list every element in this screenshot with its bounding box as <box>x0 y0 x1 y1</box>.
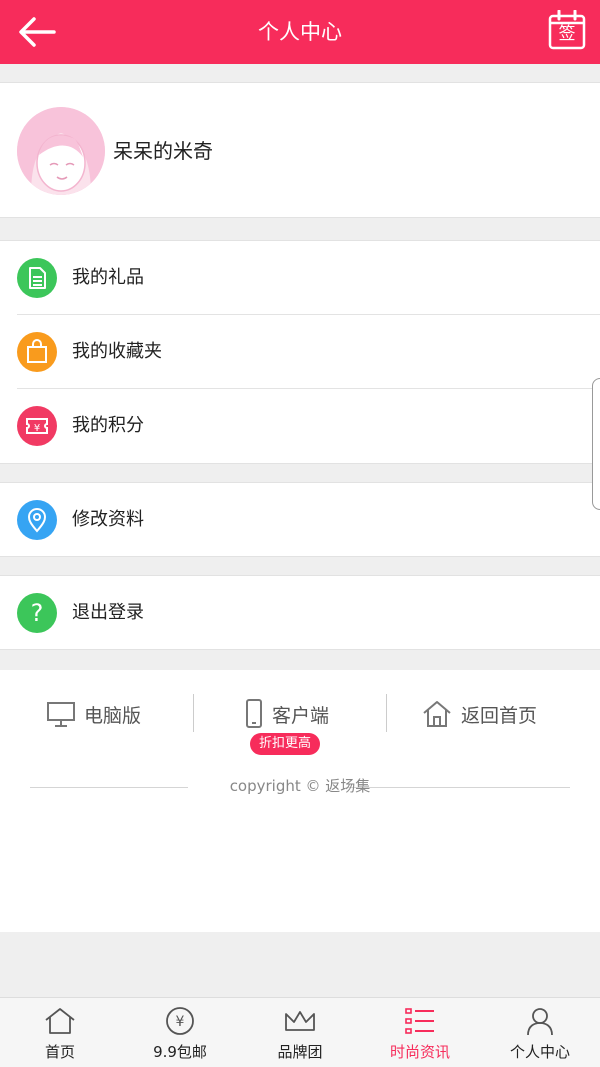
page-title: 个人中心 <box>258 20 342 44</box>
tab-label-home: 首页 <box>44 1043 75 1061</box>
svg-text:¥: ¥ <box>176 1014 185 1030</box>
username: 呆呆的米奇 <box>113 139 213 163</box>
tab-fashion-news[interactable]: 时尚资讯 <box>360 998 480 1067</box>
yen-coin-icon: ¥ <box>166 1007 194 1035</box>
scroll-handle[interactable] <box>592 378 600 510</box>
svg-text:¥: ¥ <box>34 423 40 434</box>
gift-document-icon <box>17 258 57 298</box>
profile-card[interactable]: 呆呆的米奇 <box>0 82 600 218</box>
tab-label-profile: 个人中心 <box>509 1043 570 1061</box>
phone-icon <box>246 699 262 728</box>
menu-label-points: 我的积分 <box>72 415 144 436</box>
list-icon <box>405 1008 434 1034</box>
tab-free-shipping[interactable]: ¥ 9.9包邮 <box>120 998 240 1067</box>
points-ticket-icon: ¥ <box>17 406 57 446</box>
page: 个人中心 签 呆呆的米奇 我的礼品 我的收藏夹 ¥ 我的积分 修改资料 ? 退出… <box>0 0 600 1067</box>
sign-in-button[interactable]: 签 <box>548 10 586 50</box>
menu-label-edit-profile: 修改资料 <box>72 509 144 530</box>
divider <box>386 694 387 732</box>
desktop-version-label: 电脑版 <box>84 704 142 727</box>
tab-label-brands: 品牌团 <box>277 1043 323 1061</box>
menu-label-favorites: 我的收藏夹 <box>72 341 162 362</box>
menu-item-points[interactable]: ¥ 我的积分 <box>0 389 600 463</box>
menu-group-profile: 修改资料 <box>0 482 600 557</box>
avatar-girl-icon <box>17 107 105 195</box>
menu-item-gifts[interactable]: 我的礼品 <box>0 241 600 315</box>
menu-label-gifts: 我的礼品 <box>72 267 144 288</box>
user-icon <box>527 1008 553 1036</box>
menu-group-logout: ? 退出登录 <box>0 575 600 650</box>
svg-text:?: ? <box>31 599 44 627</box>
menu-item-logout[interactable]: ? 退出登录 <box>0 576 600 650</box>
footer: 电脑版 客户端 折扣更高 返回首页 copyright © 返场集 <box>0 670 600 932</box>
menu-item-favorites[interactable]: 我的收藏夹 <box>0 315 600 389</box>
discount-badge: 折扣更高 <box>250 733 321 755</box>
tab-home[interactable]: 首页 <box>0 998 120 1067</box>
home-icon <box>45 1008 75 1034</box>
tab-label-fashion-news: 时尚资讯 <box>389 1043 450 1061</box>
house-icon <box>423 701 451 727</box>
question-icon: ? <box>17 593 57 633</box>
menu-label-logout: 退出登录 <box>72 602 144 623</box>
menu-item-edit-profile[interactable]: 修改资料 <box>0 483 600 557</box>
desktop-version-link[interactable]: 电脑版 <box>46 694 141 734</box>
sign-label: 签 <box>558 24 576 44</box>
return-home-label: 返回首页 <box>461 704 538 727</box>
divider <box>193 694 194 732</box>
tab-label-free-shipping: 9.9包邮 <box>153 1043 207 1061</box>
top-bar: 个人中心 签 <box>0 0 600 64</box>
shopping-bag-icon <box>17 332 57 372</box>
return-home-link[interactable]: 返回首页 <box>421 694 537 734</box>
crown-icon <box>285 1011 315 1031</box>
bottom-tab-bar: 首页 ¥ 9.9包邮 品牌团 时尚资讯 个人中心 <box>0 997 600 1067</box>
location-pin-icon <box>17 500 57 540</box>
tab-brands[interactable]: 品牌团 <box>240 998 360 1067</box>
tab-profile[interactable]: 个人中心 <box>480 998 600 1067</box>
copyright-text: copyright © 返场集 <box>229 777 371 795</box>
menu-group-account: 我的礼品 我的收藏夹 ¥ 我的积分 <box>0 240 600 464</box>
avatar[interactable] <box>17 107 105 195</box>
monitor-icon <box>47 702 75 727</box>
client-app-label: 客户端 <box>272 704 330 727</box>
client-app-link[interactable]: 客户端 <box>244 694 329 734</box>
